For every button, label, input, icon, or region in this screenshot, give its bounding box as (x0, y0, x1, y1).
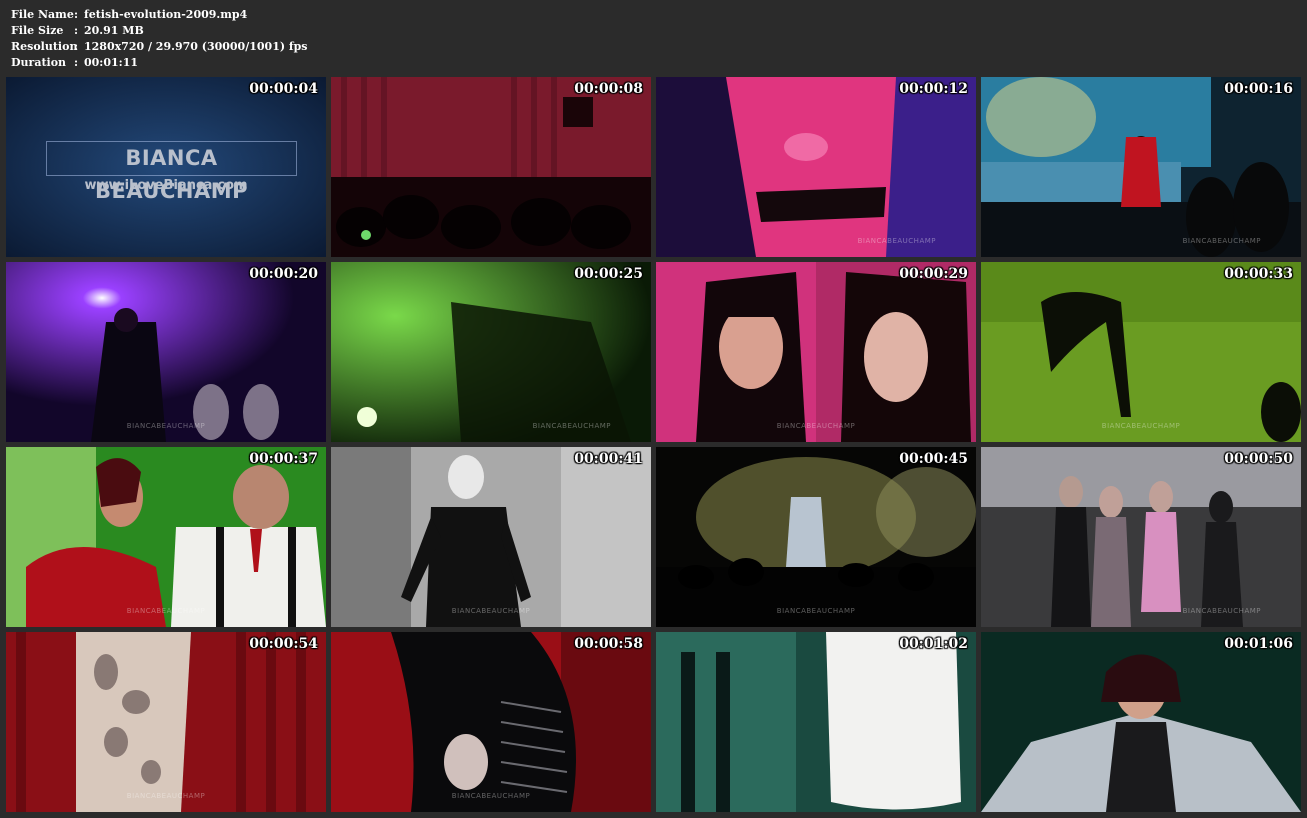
thumbnail-image (656, 77, 976, 257)
watermark: BIANCABEAUCHAMP (532, 422, 611, 430)
meta-value: 20.91 MB (84, 24, 144, 37)
watermark: BIANCABEAUCHAMP (776, 607, 856, 615)
thumbnail-image (981, 632, 1301, 812)
meta-separator: : (74, 40, 79, 53)
meta-separator: : (74, 8, 79, 21)
timestamp: 00:00:12 (899, 81, 968, 97)
brand-title: BIANCA BEAUCHAMP (46, 141, 297, 203)
meta-key: File Size (11, 24, 64, 37)
meta-separator: : (74, 56, 79, 69)
timestamp: 00:00:54 (249, 636, 318, 652)
meta-row-file-name: File Name : fetish-evolution-2009.mp4 (11, 7, 308, 23)
thumbnail-image (6, 262, 326, 442)
thumbnail[interactable]: BIANCABEAUCHAMP 00:00:20 (6, 262, 326, 442)
timestamp: 00:01:06 (1224, 636, 1293, 652)
timestamp: 00:00:04 (249, 81, 318, 97)
timestamp: 00:00:16 (1224, 81, 1293, 97)
meta-row-resolution: Resolution : 1280x720 / 29.970 (30000/10… (11, 39, 308, 55)
timestamp: 00:00:20 (249, 266, 318, 282)
thumbnail[interactable]: 00:01:02 (656, 632, 976, 812)
thumbnail-image (6, 447, 326, 627)
thumbnail-image (331, 447, 651, 627)
thumbnail[interactable]: BIANCABEAUCHAMP 00:00:54 (6, 632, 326, 812)
thumbnail[interactable]: BIANCABEAUCHAMP 00:00:41 (331, 447, 651, 627)
meta-key: Duration (11, 56, 67, 69)
watermark: BIANCABEAUCHAMP (126, 607, 206, 615)
thumbnail[interactable]: 00:01:06 (981, 632, 1301, 812)
watermark: BIANCABEAUCHAMP (857, 237, 936, 245)
thumbnail-image (981, 447, 1301, 627)
thumbnail-image (331, 632, 651, 812)
timestamp: 00:01:02 (899, 636, 968, 652)
thumbnail[interactable]: 00:00:08 (331, 77, 651, 257)
thumbnail-image (981, 262, 1301, 442)
timestamp: 00:00:45 (899, 451, 968, 467)
watermark: BIANCABEAUCHAMP (451, 792, 531, 800)
thumbnail-image (656, 262, 976, 442)
thumbnail[interactable]: BIANCA BEAUCHAMP www.iLoveBianca.com 00:… (6, 77, 326, 257)
watermark: BIANCABEAUCHAMP (776, 422, 856, 430)
thumbnail-image (331, 77, 651, 257)
brand-url: www.iLoveBianca.com (84, 178, 248, 193)
watermark: BIANCABEAUCHAMP (1182, 237, 1261, 245)
thumbnail[interactable]: BIANCABEAUCHAMP 00:00:50 (981, 447, 1301, 627)
meta-key: File Name (11, 8, 74, 21)
meta-key: Resolution (11, 40, 78, 53)
watermark: BIANCABEAUCHAMP (451, 607, 531, 615)
watermark: BIANCABEAUCHAMP (1182, 607, 1261, 615)
timestamp: 00:00:25 (574, 266, 643, 282)
watermark: BIANCABEAUCHAMP (126, 792, 206, 800)
thumbnail-image (331, 262, 651, 442)
timestamp: 00:00:37 (249, 451, 318, 467)
thumbnail[interactable]: BIANCABEAUCHAMP 00:00:45 (656, 447, 976, 627)
file-info-header: File Name : fetish-evolution-2009.mp4 Fi… (11, 7, 308, 71)
thumbnail-image (656, 632, 976, 812)
meta-value: 00:01:11 (84, 56, 139, 69)
timestamp: 00:00:50 (1224, 451, 1293, 467)
thumbnail[interactable]: BIANCABEAUCHAMP 00:00:12 (656, 77, 976, 257)
meta-separator: : (74, 24, 79, 37)
timestamp: 00:00:41 (574, 451, 643, 467)
timestamp: 00:00:33 (1224, 266, 1293, 282)
thumbnail[interactable]: BIANCABEAUCHAMP 00:00:29 (656, 262, 976, 442)
meta-row-duration: Duration : 00:01:11 (11, 55, 308, 71)
thumbnail[interactable]: BIANCABEAUCHAMP 00:00:33 (981, 262, 1301, 442)
thumbnail[interactable]: BIANCABEAUCHAMP 00:00:58 (331, 632, 651, 812)
thumbnail[interactable]: BIANCABEAUCHAMP 00:00:16 (981, 77, 1301, 257)
meta-row-file-size: File Size : 20.91 MB (11, 23, 308, 39)
thumbnail[interactable]: BIANCABEAUCHAMP 00:00:25 (331, 262, 651, 442)
thumbnail-image (6, 632, 326, 812)
thumbnail[interactable]: BIANCABEAUCHAMP 00:00:37 (6, 447, 326, 627)
timestamp: 00:00:29 (899, 266, 968, 282)
watermark: BIANCABEAUCHAMP (1101, 422, 1181, 430)
thumbnail-image (656, 447, 976, 627)
meta-value: 1280x720 / 29.970 (30000/1001) fps (84, 40, 308, 53)
watermark: BIANCABEAUCHAMP (126, 422, 206, 430)
timestamp: 00:00:08 (574, 81, 643, 97)
thumbnail-image (981, 77, 1301, 257)
meta-value: fetish-evolution-2009.mp4 (84, 8, 248, 21)
thumbnail-grid: BIANCA BEAUCHAMP www.iLoveBianca.com 00:… (6, 77, 1301, 812)
timestamp: 00:00:58 (574, 636, 643, 652)
